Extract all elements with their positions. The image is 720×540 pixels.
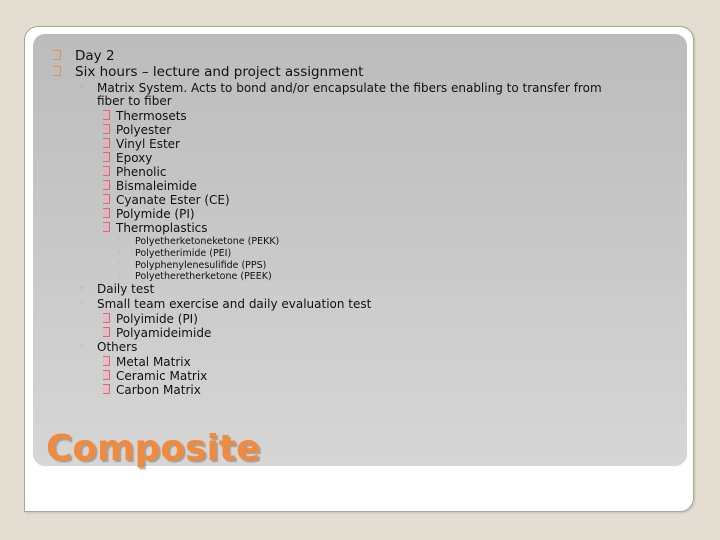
square-bullet-icon bbox=[103, 138, 110, 148]
square-bullet-icon bbox=[103, 356, 110, 366]
item-thermoplastics: Thermoplastics bbox=[103, 221, 208, 235]
bullet-matrix-system: ◦ Matrix System. Acts to bond and/or enc… bbox=[79, 81, 602, 108]
bullet-six-hours: Six hours – lecture and project assignme… bbox=[53, 64, 363, 80]
square-bullet-icon bbox=[103, 208, 110, 218]
square-bullet-icon bbox=[103, 152, 110, 162]
dot-bullet-icon: ◦ bbox=[79, 284, 85, 294]
square-bullet-icon bbox=[103, 110, 110, 120]
item-epoxy: Epoxy bbox=[103, 151, 152, 165]
square-bullet-icon bbox=[53, 50, 61, 60]
square-bullet-icon bbox=[53, 66, 61, 76]
item-pei: ◦ Polyetherimide (PEI) bbox=[117, 248, 232, 259]
item-phenolic: Phenolic bbox=[103, 165, 166, 179]
square-bullet-icon bbox=[103, 124, 110, 134]
square-bullet-icon bbox=[103, 327, 110, 337]
bullet-others: ◦ Others bbox=[79, 340, 138, 354]
item-thermosets: Thermosets bbox=[103, 109, 187, 123]
dot-bullet-icon: ◦ bbox=[79, 299, 85, 309]
bullet-day-2: Day 2 bbox=[53, 48, 115, 64]
square-bullet-icon bbox=[103, 370, 110, 380]
square-bullet-icon bbox=[103, 180, 110, 190]
square-bullet-icon bbox=[103, 313, 110, 323]
item-polyimide: Polyimide (PI) bbox=[103, 312, 198, 326]
dot-bullet-icon: ◦ bbox=[79, 83, 85, 93]
item-polyester: Polyester bbox=[103, 123, 171, 137]
dot-bullet-icon: ◦ bbox=[117, 236, 122, 244]
dot-bullet-icon: ◦ bbox=[117, 248, 122, 256]
square-bullet-icon bbox=[103, 194, 110, 204]
dot-bullet-icon: ◦ bbox=[117, 260, 122, 268]
item-cyanate-ester: Cyanate Ester (CE) bbox=[103, 193, 230, 207]
item-vinyl-ester: Vinyl Ester bbox=[103, 137, 180, 151]
item-pekk: ◦ Polyetherketoneketone (PEKK) bbox=[117, 236, 280, 247]
bullet-small-team: ◦ Small team exercise and daily evaluati… bbox=[79, 297, 372, 311]
square-bullet-icon bbox=[103, 166, 110, 176]
item-ceramic-matrix: Ceramic Matrix bbox=[103, 369, 207, 383]
item-polymide: Polymide (PI) bbox=[103, 207, 195, 221]
slide-title: Composite bbox=[46, 428, 261, 469]
bullet-daily-test: ◦ Daily test bbox=[79, 282, 155, 296]
item-metal-matrix: Metal Matrix bbox=[103, 355, 191, 369]
square-bullet-icon bbox=[103, 222, 110, 232]
dot-bullet-icon: ◦ bbox=[79, 342, 85, 352]
item-polyamideimide: Polyamideimide bbox=[103, 326, 211, 340]
slide-content: Day 2 Six hours – lecture and project as… bbox=[0, 0, 720, 540]
dot-bullet-icon: ◦ bbox=[117, 271, 122, 279]
square-bullet-icon bbox=[103, 384, 110, 394]
item-peek: ◦ Polyetheretherketone (PEEK) bbox=[117, 271, 272, 282]
item-carbon-matrix: Carbon Matrix bbox=[103, 383, 201, 397]
item-pps: ◦ Polyphenylenesulifide (PPS) bbox=[117, 260, 267, 271]
item-bismaleimide: Bismaleimide bbox=[103, 179, 197, 193]
